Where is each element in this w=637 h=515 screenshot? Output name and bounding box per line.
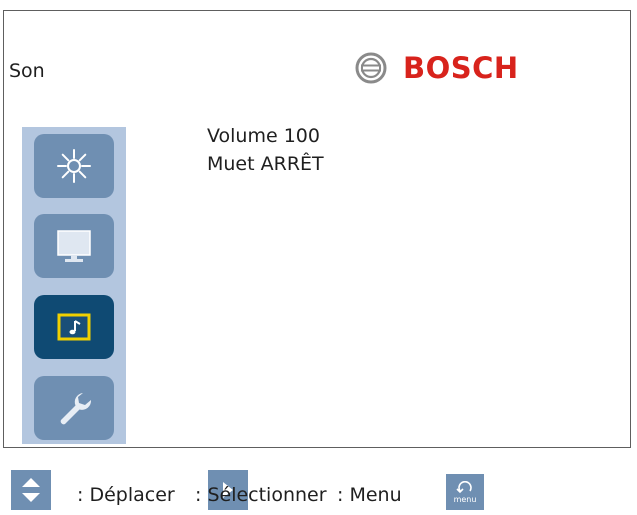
page-title: Son — [9, 60, 45, 82]
wrench-icon — [60, 393, 92, 425]
sidebar-item-picture[interactable] — [34, 134, 114, 198]
sidebar — [22, 127, 126, 444]
menu-item-volume[interactable]: Volume 100 — [207, 122, 324, 150]
bosch-logo: BOSCH — [355, 51, 519, 85]
bosch-armature-icon — [355, 52, 387, 84]
select-label: : Sélectionner — [195, 484, 327, 506]
brand-name: BOSCH — [403, 51, 519, 85]
sidebar-item-display[interactable] — [34, 214, 114, 278]
move-key — [11, 470, 51, 510]
menu-key: menu — [446, 474, 484, 510]
up-down-arrows-icon — [22, 478, 40, 502]
menu-return-icon — [456, 480, 472, 493]
sound-icon — [57, 313, 91, 341]
sidebar-item-settings[interactable] — [34, 376, 114, 440]
footer-legend: : Déplacer : Sélectionner : Menu menu — [0, 468, 637, 512]
sound-menu: Volume 100 Muet ARRÊT — [207, 122, 324, 178]
brightness-icon — [57, 149, 91, 183]
monitor-icon — [57, 230, 91, 262]
move-label: : Déplacer — [77, 484, 175, 506]
menu-item-mute[interactable]: Muet ARRÊT — [207, 150, 324, 178]
menu-key-text: menu — [453, 494, 477, 504]
sidebar-item-sound[interactable] — [34, 295, 114, 359]
menu-label: : Menu — [337, 484, 402, 506]
